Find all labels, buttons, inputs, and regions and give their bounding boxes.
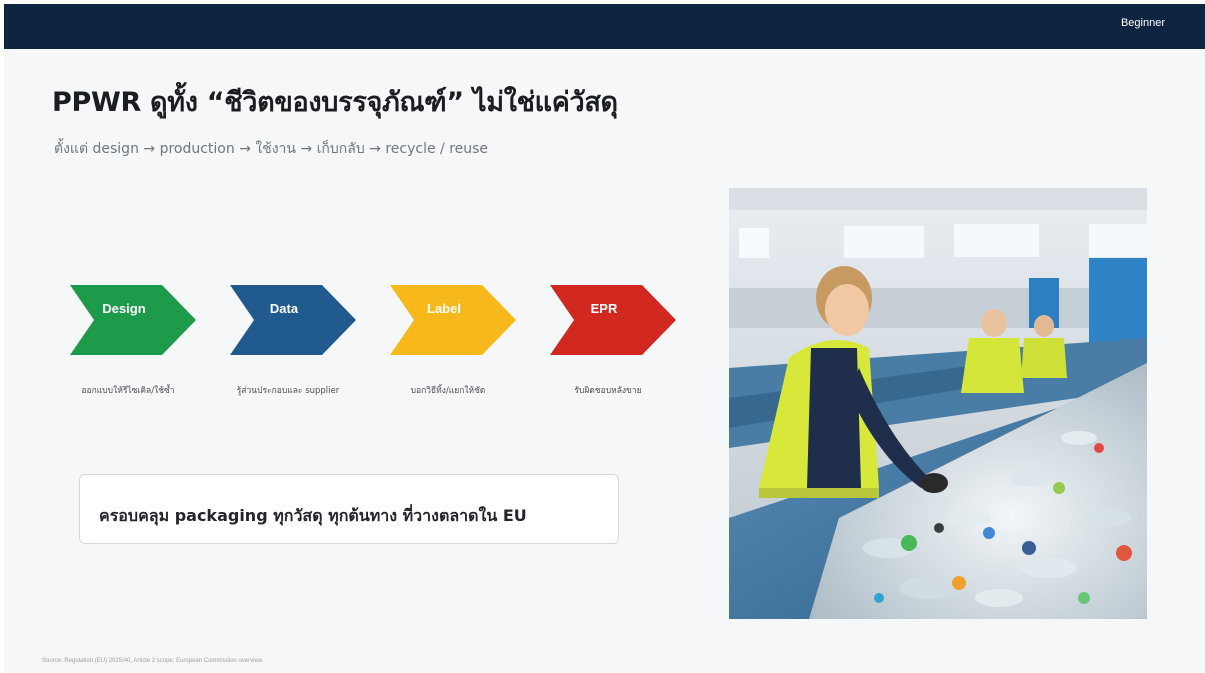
slide-subtitle: ตั้งแต่ design → production → ใช้งาน → เ… xyxy=(54,141,489,157)
recycling-facility-image xyxy=(729,188,1147,619)
scope-text: ครอบคลุม packaging ทุกวัสดุ ทุกต้นทาง ที… xyxy=(99,506,527,525)
lifecycle-steps: Design ออกแบบให้รีไซเคิล/ใช้ซ้ำ Data รู้… xyxy=(70,285,690,405)
top-bar: Beginner xyxy=(4,4,1205,49)
level-badge: Beginner xyxy=(1120,17,1165,29)
scope-callout: ครอบคลุม packaging ทุกวัสดุ ทุกต้นทาง ที… xyxy=(79,474,619,544)
chevron-arrow-icon xyxy=(230,285,356,355)
step-label: Label xyxy=(427,301,461,316)
slide-title: PPWR ดูทั้ง “ชีวิตของบรรจุภัณฑ์” ไม่ใช่แ… xyxy=(52,87,618,118)
step-label: Data xyxy=(269,301,299,316)
step-description: รับผิดชอบหลังขาย xyxy=(574,386,642,396)
step-data: Data รู้ส่วนประกอบและ supplier xyxy=(230,285,356,396)
step-description: รู้ส่วนประกอบและ supplier xyxy=(236,386,340,396)
chevron-arrow-icon xyxy=(390,285,516,355)
chevron-arrow-icon xyxy=(70,285,196,355)
slide: Beginner PPWR ดูทั้ง “ชีวิตของบรรจุภัณฑ์… xyxy=(4,4,1205,673)
source-note: Source: Regulation (EU) 2025/40, Article… xyxy=(42,658,264,664)
step-design: Design ออกแบบให้รีไซเคิล/ใช้ซ้ำ xyxy=(70,285,196,396)
step-label-item: Label บอกวิธีทิ้ง/แยกให้ชัด xyxy=(390,285,516,396)
step-label: Design xyxy=(102,301,146,316)
step-description: บอกวิธีทิ้ง/แยกให้ชัด xyxy=(410,386,486,396)
step-description: ออกแบบให้รีไซเคิล/ใช้ซ้ำ xyxy=(81,386,175,396)
chevron-arrow-icon xyxy=(550,285,676,355)
step-label: EPR xyxy=(590,301,618,316)
recycling-photo xyxy=(729,188,1147,619)
step-epr: EPR รับผิดชอบหลังขาย xyxy=(550,285,676,396)
